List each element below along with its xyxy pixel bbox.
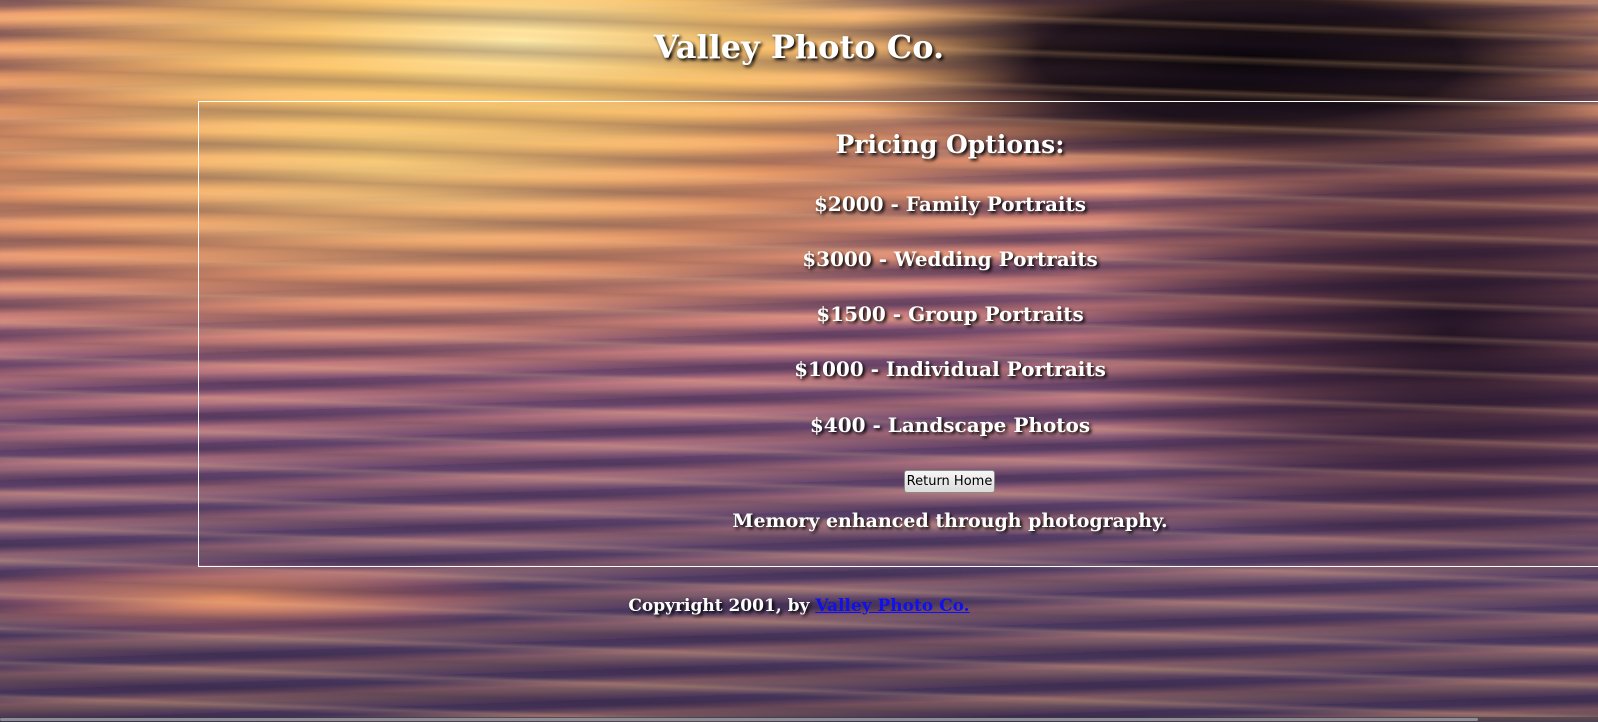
- price-item-individual: $1000 - Individual Portraits: [794, 357, 1106, 381]
- scrollbar-thumb[interactable]: [0, 718, 1478, 721]
- footer-company-link[interactable]: Valley Photo Co.: [815, 596, 969, 616]
- footer: Copyright 2001, by Valley Photo Co.: [0, 596, 1598, 616]
- pricing-panel: Pricing Options: $2000 - Family Portrait…: [198, 101, 1598, 567]
- tagline: Memory enhanced through photography.: [732, 510, 1168, 532]
- price-item-group: $1500 - Group Portraits: [816, 302, 1084, 326]
- price-item-wedding: $3000 - Wedding Portraits: [802, 247, 1098, 271]
- copyright-text: Copyright 2001, by: [628, 596, 816, 616]
- price-item-landscape: $400 - Landscape Photos: [809, 413, 1091, 437]
- horizontal-scrollbar[interactable]: [0, 717, 1598, 722]
- return-home-button[interactable]: Return Home: [904, 470, 995, 493]
- pricing-heading: Pricing Options:: [835, 130, 1065, 159]
- site-title: Valley Photo Co.: [653, 28, 945, 66]
- price-item-family: $2000 - Family Portraits: [813, 192, 1087, 216]
